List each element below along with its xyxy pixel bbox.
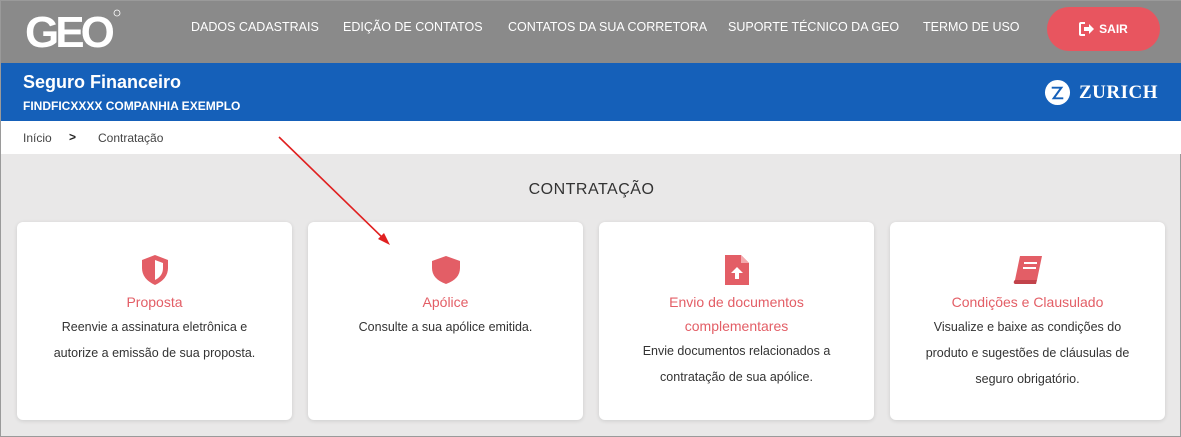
card-description-line: produto e sugestões de cláusulas de	[925, 346, 1130, 360]
card-envio-documentos[interactable]: Envio de documentos complementares Envie…	[599, 222, 874, 420]
nav-dados-cadastrais[interactable]: DADOS CADASTRAIS	[191, 20, 319, 34]
page-title: CONTRATAÇÃO	[528, 181, 655, 198]
company-name: COMPANHIA EXEMPLO	[105, 99, 241, 113]
shield-icon	[431, 256, 460, 284]
card-description-line: Visualize e baixe as condições do	[933, 320, 1122, 334]
card-description-line: seguro obrigatório.	[975, 372, 1080, 386]
nav-contatos-corretora[interactable]: CONTATOS DA SUA CORRETORA	[508, 20, 707, 34]
card-apolice[interactable]: Apólice Consulte a sua apólice emitida.	[308, 222, 583, 420]
breadcrumb-current: Contratação	[98, 131, 164, 145]
card-condicoes-clausulado[interactable]: Condições e Clausulado Visualize e baixe…	[890, 222, 1165, 420]
zurich-logo-icon	[1044, 79, 1071, 106]
geo-logo[interactable]: GEO	[23, 7, 123, 53]
product-subtitle: FINDFICXXXX COMPANHIA EXEMPLO	[23, 99, 240, 113]
product-header-band: Seguro Financeiro FINDFICXXXX COMPANHIA …	[1, 63, 1181, 121]
logout-label: SAIR	[1099, 22, 1128, 36]
nav-suporte-tecnico[interactable]: SUPORTE TÉCNICO DA GEO	[728, 20, 899, 34]
card-title: complementares	[684, 318, 789, 334]
zurich-brand: ZURICH	[1044, 79, 1158, 106]
product-title: Seguro Financeiro	[23, 72, 182, 92]
card-description-line: Reenvie a assinatura eletrônica e	[61, 320, 248, 334]
card-title: Proposta	[126, 294, 183, 310]
card-description-line: autorize a emissão de sua proposta.	[53, 346, 256, 360]
sign-out-icon	[1079, 22, 1095, 36]
logout-button[interactable]: SAIR	[1047, 7, 1160, 51]
breadcrumb: Início > Contratação	[1, 121, 1181, 154]
card-description-line: Consulte a sua apólice emitida.	[358, 320, 533, 334]
breadcrumb-home[interactable]: Início	[23, 131, 52, 145]
file-upload-icon	[724, 255, 749, 285]
product-code: FINDFICXXXX	[23, 99, 103, 113]
card-title: Condições e Clausulado	[951, 294, 1104, 310]
card-title: Envio de documentos	[669, 294, 804, 310]
zurich-brand-text: ZURICH	[1078, 81, 1158, 103]
card-description-line: contratação de sua apólice.	[660, 370, 813, 384]
card-description-line: Envie documentos relacionados a	[642, 344, 831, 358]
card-proposta[interactable]: Proposta Reenvie a assinatura eletrônica…	[17, 222, 292, 420]
svg-text:GEO: GEO	[25, 8, 114, 53]
top-navigation-bar: GEO DADOS CADASTRAIS EDIÇÃO DE CONTATOS …	[1, 1, 1181, 63]
chevron-right-icon: >	[69, 130, 77, 144]
nav-termo-de-uso[interactable]: TERMO DE USO	[923, 20, 1020, 34]
book-icon	[1013, 256, 1042, 284]
shield-half-icon	[141, 255, 168, 285]
nav-edicao-de-contatos[interactable]: EDIÇÃO DE CONTATOS	[343, 20, 483, 34]
card-title: Apólice	[422, 294, 469, 310]
